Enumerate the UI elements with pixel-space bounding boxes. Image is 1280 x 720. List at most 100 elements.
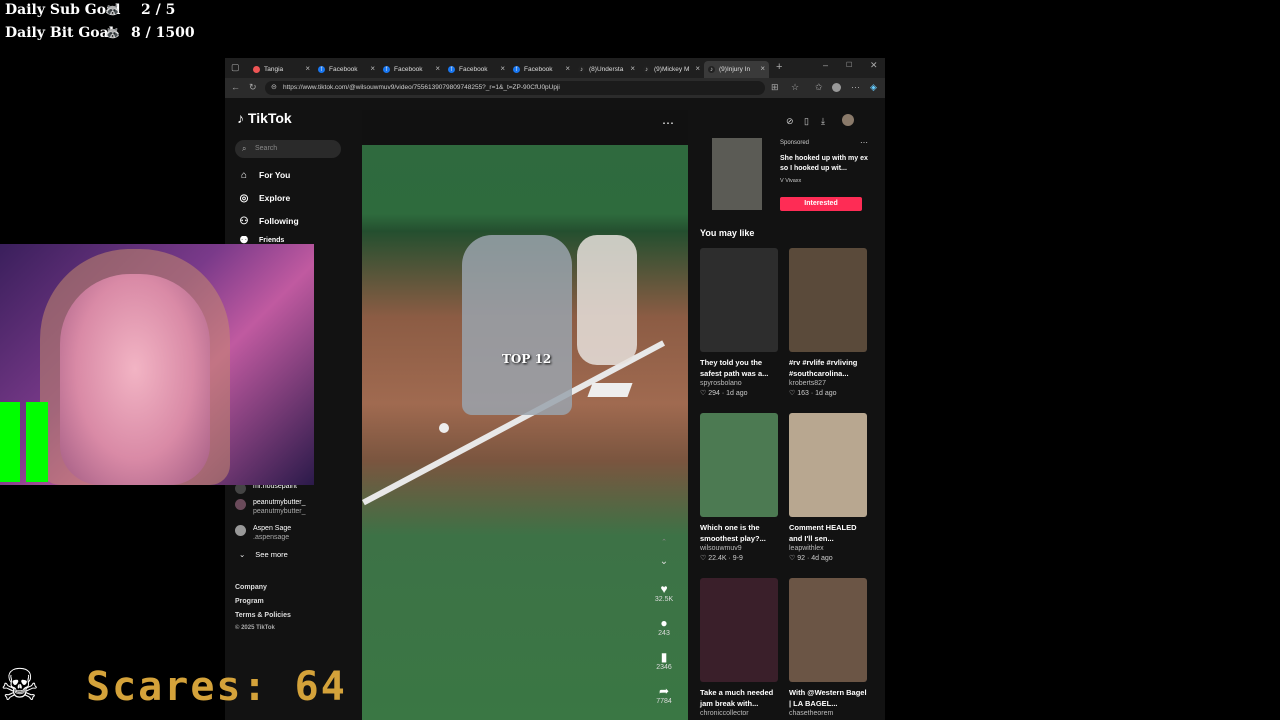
card-author[interactable]: spyrosbolano xyxy=(700,379,778,389)
close-icon[interactable]: × xyxy=(500,64,505,73)
nav-following[interactable]: ⚇ Following xyxy=(237,214,299,228)
search-placeholder: Search xyxy=(255,145,278,152)
address-bar: ← ↻ ⊝ https://www.tiktok.com/@wilsouwmuv… xyxy=(225,78,885,98)
share-button[interactable]: ➦ 7784 xyxy=(652,684,676,705)
like-button[interactable]: ♥ 32.5K xyxy=(652,582,676,603)
tab-4[interactable]: f Facebook × xyxy=(509,61,574,78)
video-player[interactable]: ⋯ TOP 12 ⌃ ⌄ ♥ 32.5K ● 243 ▮ 2346 ➦ 7784 xyxy=(362,110,688,720)
ad-more-icon[interactable]: ⋯ xyxy=(860,138,868,147)
card-author[interactable]: chroniccollector xyxy=(700,709,778,719)
card-thumbnail[interactable] xyxy=(700,413,778,517)
minimize-icon[interactable]: – xyxy=(823,60,828,70)
tab-label: (8)Understa xyxy=(589,66,624,73)
nav-label: Explore xyxy=(259,193,291,203)
more-icon[interactable]: ⋯ xyxy=(851,82,860,93)
profile-icon[interactable] xyxy=(832,83,841,92)
device-icon[interactable]: ▯ xyxy=(804,116,809,127)
card-author[interactable]: kroberts827 xyxy=(789,379,867,389)
copilot-icon[interactable]: ◈ xyxy=(870,82,877,93)
you-may-like-title: You may like xyxy=(700,228,755,238)
card-thumbnail[interactable] xyxy=(700,578,778,682)
share-icon: ➦ xyxy=(658,684,670,698)
ad-text: She hooked up with my ex so I hooked up … xyxy=(780,155,868,172)
tab-label: Tangia xyxy=(264,66,284,73)
scroll-down-icon[interactable]: ⌄ xyxy=(652,556,676,567)
bookmark-star-icon[interactable]: ☆ xyxy=(791,82,799,93)
logo-text: TikTok xyxy=(247,110,292,126)
tab-7-active[interactable]: ♪ (9)Injury In × xyxy=(704,61,769,78)
new-tab-icon[interactable]: + xyxy=(776,61,782,73)
favorites-icon[interactable]: ✩ xyxy=(815,82,823,93)
following-account[interactable]: peanutmybutter_ peanutmybutter_ xyxy=(235,498,306,516)
close-icon[interactable]: × xyxy=(305,64,310,73)
ad-thumbnail[interactable] xyxy=(712,138,762,210)
tiktok-logo[interactable]: ♪ TikTok xyxy=(237,110,292,126)
card-author[interactable]: leapwithlex xyxy=(789,544,867,554)
download-icon[interactable]: ⤓ xyxy=(821,116,825,127)
card-stats: ♡ 163 · 1d ago xyxy=(789,390,837,397)
card-author[interactable]: chasetheorem xyxy=(789,709,867,719)
tab-5[interactable]: ♪ (8)Understa × xyxy=(574,61,639,78)
save-button[interactable]: ▮ 2346 xyxy=(652,650,676,671)
see-more-label: See more xyxy=(255,550,288,559)
comment-button[interactable]: ● 243 xyxy=(652,616,676,637)
recommended-card[interactable]: They told you the safest path was a... s… xyxy=(700,248,778,399)
account-handle: peanutmybutter_ xyxy=(253,508,306,515)
tab-0[interactable]: Tangia × xyxy=(249,61,314,78)
nav-for-you[interactable]: ⌂ For You xyxy=(237,168,290,182)
footer-terms[interactable]: Terms & Policies xyxy=(235,612,291,619)
card-thumbnail[interactable] xyxy=(789,578,867,682)
recommended-card[interactable]: Which one is the smoothest play?... wils… xyxy=(700,413,778,564)
close-icon[interactable]: × xyxy=(695,64,700,73)
recommended-card[interactable]: #rv #rvlife #rvliving #southcarolina... … xyxy=(789,248,867,399)
sponsored-ad[interactable]: Sponsored ⋯ She hooked up with my ex so … xyxy=(712,138,872,213)
interested-button[interactable]: Interested xyxy=(780,197,862,211)
tiktok-page: ♪ TikTok ⌕ Search ⌂ For You ◎ Explore ⚇ Fol… xyxy=(225,98,885,720)
window-close-icon[interactable]: ✕ xyxy=(870,60,878,71)
following-account[interactable]: Aspen Sage .aspensage xyxy=(235,524,291,542)
right-column: ⊘ ▯ ⤓ Sponsored ⋯ She hooked up with my … xyxy=(690,98,885,720)
close-icon[interactable]: × xyxy=(370,64,375,73)
refresh-icon[interactable]: ↻ xyxy=(249,82,257,93)
footer-program[interactable]: Program xyxy=(235,598,264,605)
back-icon[interactable]: ← xyxy=(231,82,240,92)
extensions-icon[interactable]: ⊞ xyxy=(771,82,779,93)
card-thumbnail[interactable] xyxy=(789,413,867,517)
card-thumbnail[interactable] xyxy=(700,248,778,352)
see-more-button[interactable]: ⌄ See more xyxy=(235,550,288,559)
tab-actions-icon[interactable]: ▢ xyxy=(231,62,240,73)
footer-copyright: © 2025 TikTok xyxy=(235,625,275,631)
close-icon[interactable]: × xyxy=(760,64,765,73)
tab-3[interactable]: f Facebook × xyxy=(444,61,509,78)
url-field[interactable]: ⊝ https://www.tiktok.com/@wilsouwmuv9/vi… xyxy=(265,81,765,95)
close-icon[interactable]: × xyxy=(565,64,570,73)
card-title: #rv #rvlife #rvliving #southcarolina... xyxy=(789,358,858,378)
video-frame[interactable]: TOP 12 xyxy=(362,145,688,720)
site-info-icon[interactable]: ⊝ xyxy=(271,81,277,95)
avatar[interactable] xyxy=(842,114,854,126)
compass-icon: ◎ xyxy=(239,192,249,204)
flag-icon[interactable]: ⊘ xyxy=(786,116,794,127)
footer-company[interactable]: Company xyxy=(235,584,267,591)
tab-1[interactable]: f Facebook × xyxy=(314,61,379,78)
nav-label: For You xyxy=(259,170,291,180)
recommended-card[interactable]: Comment HEALED and I'll sen... leapwithl… xyxy=(789,413,867,564)
tab-2[interactable]: f Facebook × xyxy=(379,61,444,78)
scroll-up-icon[interactable]: ⌃ xyxy=(652,538,676,546)
raccoon-icon: 🦝 xyxy=(105,3,120,17)
recommended-card[interactable]: Take a much needed jam break with... chr… xyxy=(700,578,778,719)
tiktok-logo-icon: ♪ xyxy=(237,110,244,126)
maximize-icon[interactable]: ☐ xyxy=(846,61,852,69)
more-options-icon[interactable]: ⋯ xyxy=(662,116,674,130)
account-handle: .aspensage xyxy=(253,534,290,541)
tab-label: Facebook xyxy=(394,66,423,73)
recommended-card[interactable]: With @Western Bagel | LA BAGEL... chaset… xyxy=(789,578,867,719)
card-title: Comment HEALED and I'll sen... xyxy=(789,523,857,543)
tab-6[interactable]: ♪ (9)Mickey M × xyxy=(639,61,704,78)
close-icon[interactable]: × xyxy=(435,64,440,73)
nav-explore[interactable]: ◎ Explore xyxy=(237,191,291,205)
card-thumbnail[interactable] xyxy=(789,248,867,352)
card-author[interactable]: wilsouwmuv9 xyxy=(700,544,778,554)
search-input[interactable]: ⌕ Search xyxy=(235,140,341,158)
close-icon[interactable]: × xyxy=(630,64,635,73)
